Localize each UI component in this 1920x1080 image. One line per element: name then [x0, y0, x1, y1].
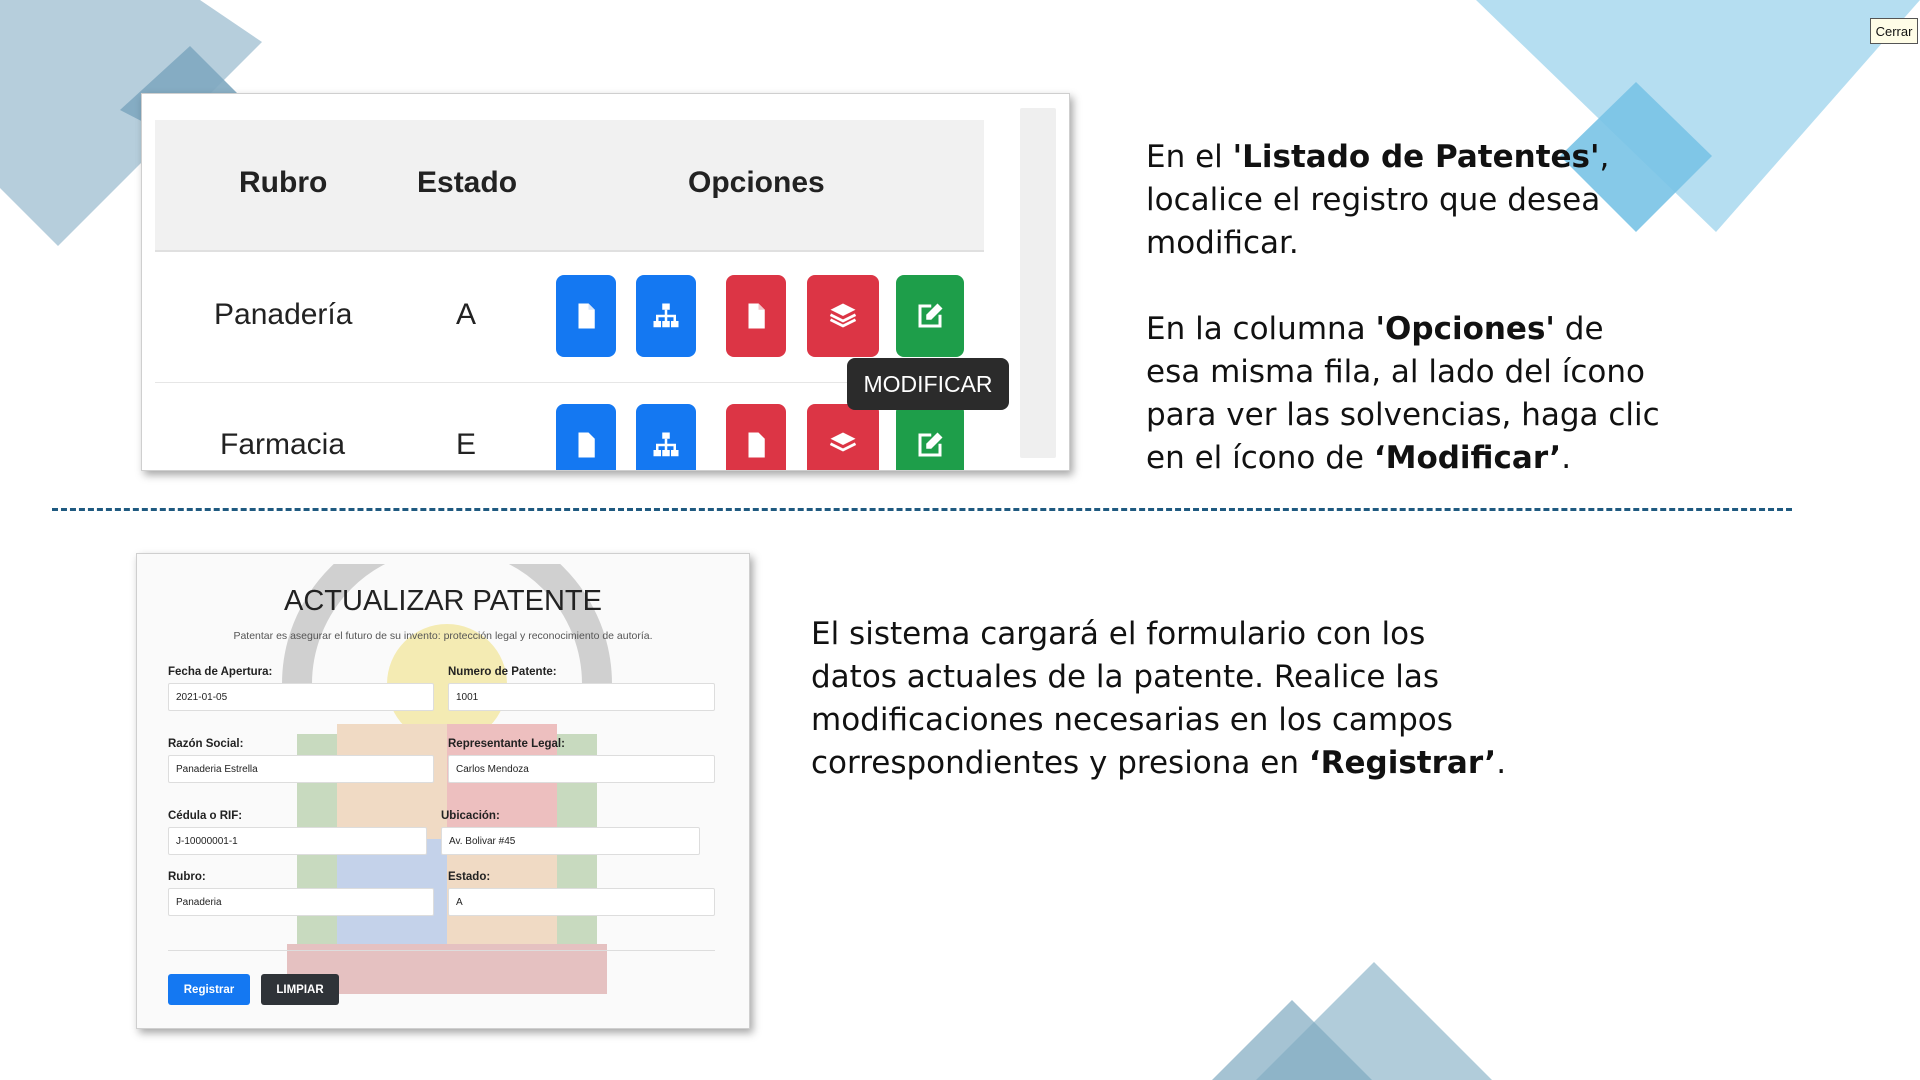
- rubro-input[interactable]: Panaderia: [168, 888, 434, 916]
- form-divider: [168, 950, 715, 951]
- hierarchy-button[interactable]: [636, 404, 696, 470]
- hierarchy-button[interactable]: [636, 275, 696, 357]
- sitemap-icon: [653, 303, 679, 328]
- estado-input[interactable]: A: [448, 888, 715, 916]
- step2-paragraph: El sistema cargará el formulario con los…: [811, 616, 1507, 781]
- numero-label: Numero de Patente:: [448, 666, 557, 678]
- ubicacion-input[interactable]: Av. Bolivar #45: [441, 827, 700, 855]
- edit-button[interactable]: [896, 404, 964, 470]
- fecha-input[interactable]: 2021-01-05: [168, 683, 434, 711]
- step1-instructions: En el 'Listado de Patentes', localice el…: [1146, 136, 1666, 480]
- cedula-label: Cédula o RIF:: [168, 810, 243, 822]
- solvencias-button[interactable]: [807, 275, 879, 357]
- close-button[interactable]: Cerrar: [1870, 18, 1918, 44]
- modify-tooltip: MODIFICAR: [847, 358, 1009, 410]
- column-header-rubro: Rubro: [239, 166, 328, 199]
- edit-icon: [918, 432, 943, 457]
- fecha-label: Fecha de Apertura:: [168, 666, 273, 678]
- estado-label: Estado:: [448, 871, 491, 883]
- file-icon: [578, 432, 595, 458]
- cell-estado: E: [456, 428, 477, 461]
- step1-paragraph-1: En el 'Listado de Patentes', localice el…: [1146, 139, 1610, 261]
- razon-label: Razón Social:: [168, 738, 244, 750]
- step1-paragraph-2: En la columna 'Opciones' de esa misma fi…: [1146, 311, 1660, 476]
- file-icon: [748, 432, 765, 458]
- delete-document-button[interactable]: [726, 404, 786, 470]
- rubro-label: Rubro:: [168, 871, 206, 883]
- update-form-screenshot: ACTUALIZAR PATENTE Patentar es asegurar …: [136, 553, 750, 1029]
- patents-table-screenshot: Rubro Estado Opciones Panadería A Farmac…: [141, 93, 1070, 471]
- representante-input[interactable]: Carlos Mendoza: [448, 755, 715, 783]
- view-document-button[interactable]: [556, 275, 616, 357]
- cedula-input[interactable]: J-10000001-1: [168, 827, 427, 855]
- table-header: Rubro Estado Opciones: [155, 120, 984, 252]
- form-subtitle: Patentar es asegurar el futuro de su inv…: [233, 630, 653, 642]
- layers-icon: [829, 303, 857, 328]
- delete-document-button[interactable]: [726, 275, 786, 357]
- edit-button[interactable]: [896, 275, 964, 357]
- cell-rubro: Farmacia: [220, 428, 346, 461]
- numero-input[interactable]: 1001: [448, 683, 715, 711]
- sitemap-icon: [653, 432, 679, 457]
- column-header-estado: Estado: [417, 166, 518, 199]
- layers-icon: [829, 432, 857, 452]
- scrollbar[interactable]: [1020, 108, 1056, 458]
- file-icon: [578, 303, 595, 329]
- register-button[interactable]: Registrar: [168, 974, 250, 1005]
- ubicacion-label: Ubicación:: [441, 810, 500, 822]
- section-divider: [52, 508, 1792, 511]
- view-document-button[interactable]: [556, 404, 616, 470]
- solvencias-button[interactable]: [807, 404, 879, 470]
- form-title: ACTUALIZAR PATENTE: [284, 585, 602, 617]
- representante-label: Representante Legal:: [448, 738, 565, 750]
- column-header-opciones: Opciones: [688, 166, 825, 199]
- clear-button[interactable]: LIMPIAR: [261, 974, 339, 1005]
- step2-instructions: El sistema cargará el formulario con los…: [811, 613, 1511, 785]
- cell-estado: A: [456, 298, 477, 331]
- edit-icon: [918, 303, 943, 328]
- cell-rubro: Panadería: [214, 298, 353, 331]
- razon-input[interactable]: Panaderia Estrella: [168, 755, 434, 783]
- file-icon: [748, 303, 765, 329]
